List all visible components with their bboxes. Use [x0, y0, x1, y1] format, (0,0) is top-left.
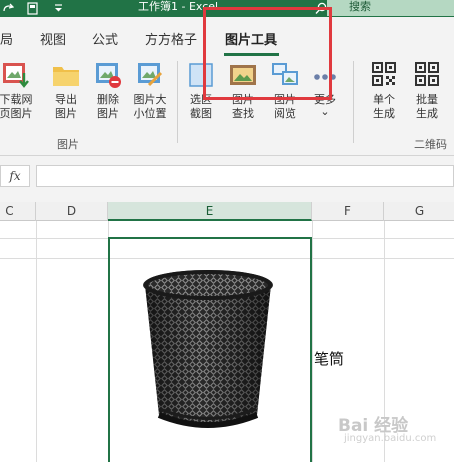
delete-images-button[interactable]: 删除 图片	[90, 61, 126, 121]
resize-image-icon	[138, 63, 163, 87]
insert-function-button[interactable]: fx	[0, 165, 30, 187]
ribbon-separator	[177, 61, 178, 143]
download-web-images-button[interactable]: 下载网 页图片	[0, 61, 36, 121]
delete-images-label: 删除 图片	[97, 93, 119, 120]
save-doc-icon[interactable]	[26, 2, 39, 15]
download-web-images-label: 下载网 页图片	[0, 93, 33, 120]
column-header-f[interactable]: F	[312, 202, 384, 221]
qr-single-icon	[372, 62, 396, 86]
image-size-position-button[interactable]: 图片大 小位置	[130, 61, 170, 121]
column-header-c[interactable]: C	[0, 202, 36, 221]
tab-view[interactable]: 视图	[40, 29, 66, 48]
delete-image-icon	[96, 63, 121, 88]
export-images-button[interactable]: 导出 图片	[48, 61, 84, 121]
export-images-label: 导出 图片	[55, 93, 77, 120]
group-label-images: 图片	[57, 138, 79, 151]
column-header-g[interactable]: G	[384, 202, 454, 221]
baidu-watermark: Bai 经验 jingyan.baidu.com	[338, 411, 436, 444]
download-image-icon	[3, 63, 29, 88]
search-box[interactable]: 搜索	[327, 0, 454, 16]
chevron-down-icon: ⌄	[320, 105, 330, 118]
formula-input[interactable]	[36, 165, 454, 187]
group-label-qrcode: 二维码	[414, 138, 447, 151]
column-header-e[interactable]: E	[108, 202, 312, 221]
tab-layout[interactable]: 局	[0, 29, 13, 48]
pen-holder-picture[interactable]	[133, 263, 283, 435]
export-folder-icon	[53, 67, 79, 86]
image-size-position-label: 图片大 小位置	[133, 93, 167, 120]
column-header-row: C D E F G	[0, 202, 454, 221]
qr-batch-icon	[415, 62, 439, 86]
customize-toolbar-icon[interactable]	[53, 2, 64, 14]
redo-icon[interactable]	[3, 2, 15, 14]
watermark-url: jingyan.baidu.com	[344, 433, 437, 444]
formula-bar: fx	[0, 156, 454, 202]
qr-batch-generate-label: 批量 生成	[416, 93, 438, 120]
ribbon-separator	[353, 61, 354, 143]
tab-fangfang-gezi[interactable]: 方方格子	[145, 29, 197, 48]
qr-single-generate-label: 单个 生成	[373, 93, 395, 120]
qr-single-generate-button[interactable]: 单个 生成	[366, 61, 402, 121]
tab-formulas[interactable]: 公式	[92, 29, 118, 48]
column-header-d[interactable]: D	[36, 202, 108, 221]
red-highlight-box	[203, 7, 332, 100]
search-label: 搜索	[349, 0, 371, 13]
cell-f-text: 笔筒	[314, 350, 345, 368]
worksheet-grid[interactable]: 笔筒 Bai 经验 jingyan.baidu.com	[0, 221, 454, 462]
excel-window: 工作簿1 - Excel 搜索 局 视图 公式 方方格子 图片工具 下载网 页图…	[0, 0, 454, 462]
qr-batch-generate-button[interactable]: 批量 生成	[408, 61, 446, 121]
